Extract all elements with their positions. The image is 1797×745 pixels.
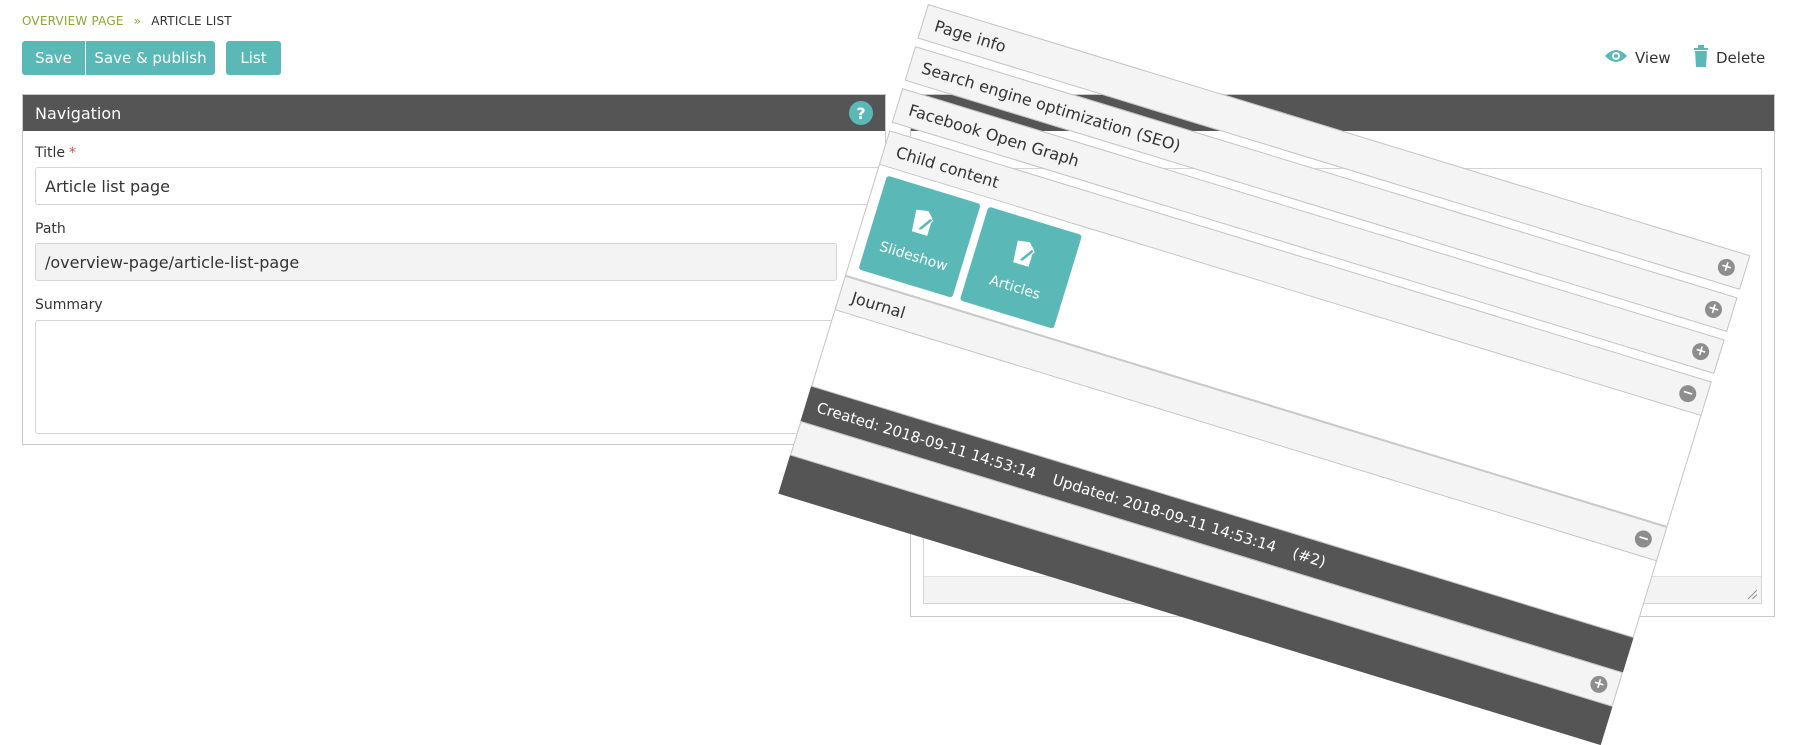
delete-button[interactable]: Delete xyxy=(1693,44,1765,72)
title-input[interactable]: Article list page xyxy=(35,167,905,205)
breadcrumb-parent-link[interactable]: OVERVIEW PAGE xyxy=(22,14,124,28)
path-input[interactable]: /overview-page/article-list-page xyxy=(35,243,837,281)
view-label: View xyxy=(1635,49,1671,67)
resize-handle-icon[interactable] xyxy=(1748,590,1757,599)
eye-icon xyxy=(1604,48,1628,68)
breadcrumb-current: ARTICLE LIST xyxy=(151,14,232,28)
breadcrumb-separator: » xyxy=(133,14,142,28)
expand-icon[interactable]: + xyxy=(1702,298,1725,321)
edit-icon xyxy=(1008,236,1042,274)
navigation-panel-title: Navigation xyxy=(35,103,122,123)
navigation-panel: Navigation ? Title * Article list page Pa… xyxy=(22,94,905,445)
collapse-icon[interactable]: − xyxy=(1677,383,1699,405)
slideshow-tile[interactable]: Slideshow xyxy=(858,175,981,298)
summary-label: Summary xyxy=(35,297,103,313)
delete-label: Delete xyxy=(1716,49,1766,67)
view-button[interactable]: View xyxy=(1604,44,1671,72)
list-button[interactable]: List xyxy=(226,41,281,75)
navigation-panel-header: Navigation ? xyxy=(23,95,885,131)
expand-icon[interactable]: + xyxy=(1715,256,1737,279)
save-button[interactable]: Save xyxy=(22,41,85,75)
articles-tile[interactable]: Articles xyxy=(959,206,1083,329)
title-label-text: Title xyxy=(35,145,66,161)
title-label: Title * xyxy=(35,145,76,161)
save-publish-button[interactable]: Save & publish xyxy=(86,41,215,75)
edit-icon xyxy=(906,205,940,243)
breadcrumb: OVERVIEW PAGE » ARTICLE LIST xyxy=(22,14,232,28)
help-icon[interactable]: ? xyxy=(849,101,873,125)
path-label: Path xyxy=(35,221,66,237)
record-id: (#2) xyxy=(1290,544,1328,572)
expand-icon[interactable]: + xyxy=(1690,340,1712,363)
expand-icon[interactable]: + xyxy=(1588,673,1610,695)
summary-textarea[interactable] xyxy=(35,320,873,434)
collapse-icon[interactable]: − xyxy=(1632,528,1654,550)
trash-icon xyxy=(1693,45,1709,71)
articles-label: Articles xyxy=(987,272,1043,304)
accordion-page-info-label: Page info xyxy=(932,15,1009,56)
slideshow-label: Slideshow xyxy=(877,238,950,275)
required-mark: * xyxy=(69,145,77,161)
